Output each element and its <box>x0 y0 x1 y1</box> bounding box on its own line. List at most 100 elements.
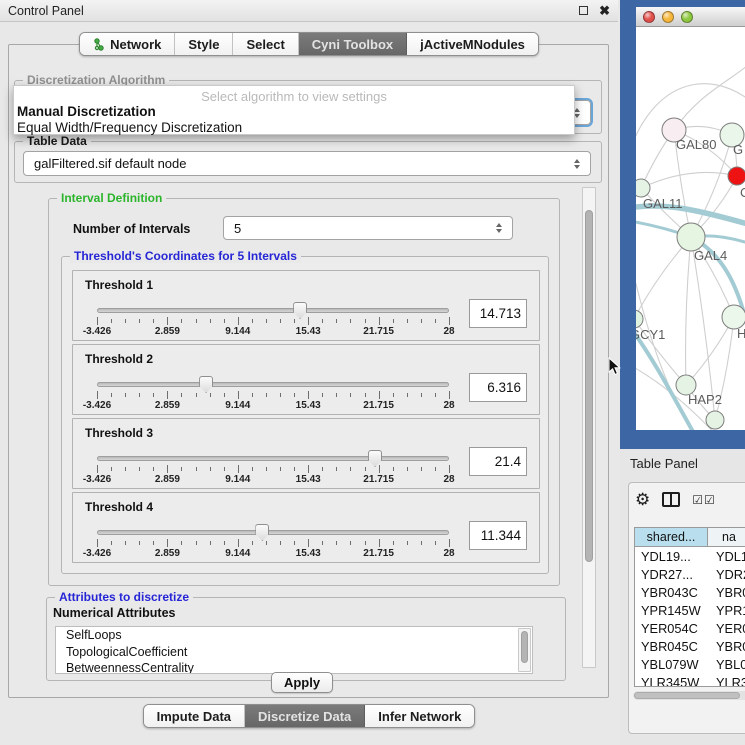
threshold-slider[interactable]: -3.4262.8599.14415.4321.71528 <box>97 376 449 412</box>
tab-label: Network <box>110 37 161 52</box>
tab-jactivemnodules[interactable]: jActiveMNodules <box>407 33 538 55</box>
table-row[interactable]: YBR045CYBR0 <box>635 637 745 655</box>
network-node-label: H <box>737 326 745 341</box>
slider-tick-label: 21.715 <box>363 326 394 337</box>
menu-item-manual-discretization[interactable]: Manual Discretization <box>14 104 574 120</box>
list-item[interactable]: TopologicalCoefficient <box>56 644 532 661</box>
table-cell[interactable]: YLR3 <box>708 675 745 688</box>
table-horizontal-scrollbar[interactable] <box>633 691 745 700</box>
table-cell[interactable]: YLR345W <box>635 675 708 688</box>
tab-cyni-toolbox[interactable]: Cyni Toolbox <box>299 33 407 55</box>
table-row[interactable]: YDR27...YDR2 <box>635 565 745 583</box>
table-data-combo[interactable]: galFiltered.sif default node <box>23 151 591 176</box>
network-node-label: GAL11 <box>643 196 683 211</box>
threshold-value-field[interactable]: 21.4 <box>469 447 527 476</box>
screen: Control Panel ✖ Network Styl <box>0 0 745 745</box>
combo-arrows-icon <box>574 159 580 169</box>
node-attribute-table[interactable]: shared... na YDL19...YDL1YDR27...YDR2YBR… <box>634 527 745 687</box>
table-cell[interactable]: YBR045C <box>635 639 708 654</box>
threshold-value-field[interactable]: 11.344 <box>469 521 527 550</box>
tab-discretize-data[interactable]: Discretize Data <box>245 705 365 727</box>
tab-style[interactable]: Style <box>175 33 233 55</box>
num-intervals-combo[interactable]: 5 <box>223 216 513 240</box>
attributes-scrollbar[interactable] <box>518 628 531 672</box>
table-toolbar: ⚙ ☑☑ <box>635 491 716 508</box>
bottom-tab-bar: Impute Data Discretize Data Infer Networ… <box>0 704 618 728</box>
table-cell[interactable]: YDR27... <box>635 567 708 582</box>
threshold-slider[interactable]: -3.4262.8599.14415.4321.71528 <box>97 450 449 486</box>
checkbox-icons[interactable]: ☑☑ <box>692 494 716 506</box>
tab-impute-data[interactable]: Impute Data <box>144 705 245 727</box>
slider-tick-label: 2.859 <box>155 548 180 559</box>
table-row[interactable]: YBL079WYBL0 <box>635 655 745 673</box>
tab-network[interactable]: Network <box>80 33 175 55</box>
float-icon[interactable] <box>579 6 588 15</box>
mac-zoom-button[interactable] <box>681 11 693 23</box>
network-node[interactable] <box>728 167 745 185</box>
table-row[interactable]: YLR345WYLR3 <box>635 673 745 687</box>
apply-button[interactable]: Apply <box>271 672 333 693</box>
table-cell[interactable]: YPR1 <box>708 603 745 618</box>
network-node[interactable] <box>636 310 643 328</box>
slider-tick-label: -3.426 <box>83 326 111 337</box>
slider-tick-label: 9.144 <box>225 548 250 559</box>
tab-label: Cyni Toolbox <box>312 37 393 52</box>
slider-tick-label: -3.426 <box>83 548 111 559</box>
table-cell[interactable]: YBR0 <box>708 585 745 600</box>
tab-infer-network[interactable]: Infer Network <box>365 705 474 727</box>
numerical-attributes-list[interactable]: SelfLoopsTopologicalCoefficientBetweenne… <box>55 626 533 674</box>
threshold-label: Threshold 4 <box>85 500 153 514</box>
threshold-value-field[interactable]: 14.713 <box>469 299 527 328</box>
slider-tick-label: 15.43 <box>296 400 321 411</box>
tab-label: Infer Network <box>378 709 461 724</box>
table-cell[interactable]: YBR0 <box>708 639 745 654</box>
table-cell[interactable]: YDL1 <box>708 549 745 564</box>
close-icon[interactable]: ✖ <box>599 4 610 17</box>
network-canvas[interactable]: GAL80GCGAL11GAL4GCY1HHAP2 <box>636 27 745 430</box>
table-row[interactable]: YDL19...YDL1 <box>635 547 745 565</box>
table-cell[interactable]: YER0 <box>708 621 745 636</box>
panel-scrollbar[interactable] <box>582 187 596 668</box>
table-cell[interactable]: YDR2 <box>708 567 745 582</box>
network-node[interactable] <box>706 411 724 429</box>
num-intervals-label: Number of Intervals <box>73 222 190 236</box>
slider-rail[interactable] <box>97 456 449 461</box>
control-panel: Control Panel ✖ Network Styl <box>0 0 618 745</box>
table-data-group: Table Data galFiltered.sif default node <box>14 141 602 183</box>
slider-rail[interactable] <box>97 382 449 387</box>
slider-tick-label: 9.144 <box>225 474 250 485</box>
threshold-value-field[interactable]: 6.316 <box>469 373 527 402</box>
slider-rail[interactable] <box>97 308 449 313</box>
threshold-panel: Threshold 4-3.4262.8599.14415.4321.71528… <box>72 492 540 563</box>
control-panel-titlebar: Control Panel ✖ <box>0 0 618 22</box>
numerical-attributes-label: Numerical Attributes <box>53 606 175 620</box>
network-node-label: GAL80 <box>676 137 716 152</box>
menu-item-equal-width-frequency[interactable]: Equal Width/Frequency Discretization <box>14 120 574 136</box>
list-item[interactable]: SelfLoops <box>56 627 532 644</box>
threshold-slider[interactable]: -3.4262.8599.14415.4321.71528 <box>97 302 449 338</box>
column-header-shared[interactable]: shared... <box>635 528 708 546</box>
mac-close-button[interactable] <box>643 11 655 23</box>
table-row[interactable]: YER054CYER0 <box>635 619 745 637</box>
network-node[interactable] <box>636 179 650 197</box>
threshold-slider[interactable]: -3.4262.8599.14415.4321.71528 <box>97 524 449 560</box>
network-node[interactable] <box>677 223 705 251</box>
table-cell[interactable]: YPR145W <box>635 603 708 618</box>
split-pane-icon[interactable] <box>662 492 680 507</box>
table-row[interactable]: YPR145WYPR1 <box>635 601 745 619</box>
tab-label: Impute Data <box>157 709 231 724</box>
network-node-label: G <box>733 142 743 157</box>
table-row[interactable]: YBR043CYBR0 <box>635 583 745 601</box>
slider-tick-label: 28 <box>443 326 454 337</box>
slider-rail[interactable] <box>97 530 449 535</box>
table-header-row: shared... na <box>635 528 745 547</box>
table-cell[interactable]: YBL079W <box>635 657 708 672</box>
table-cell[interactable]: YBL0 <box>708 657 745 672</box>
table-cell[interactable]: YDL19... <box>635 549 708 564</box>
column-header-name[interactable]: na <box>708 528 745 546</box>
tab-select[interactable]: Select <box>233 33 298 55</box>
mac-minimize-button[interactable] <box>662 11 674 23</box>
gear-icon[interactable]: ⚙ <box>635 491 650 508</box>
table-cell[interactable]: YER054C <box>635 621 708 636</box>
table-cell[interactable]: YBR043C <box>635 585 708 600</box>
